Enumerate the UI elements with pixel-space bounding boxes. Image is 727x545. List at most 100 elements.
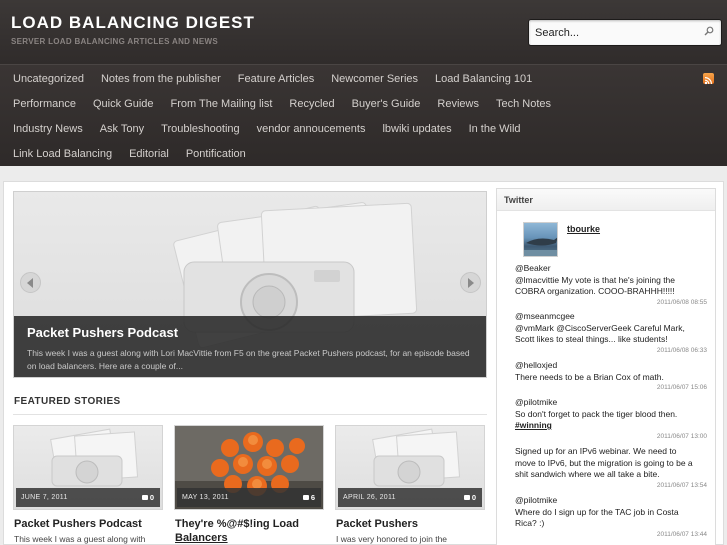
hashtag-link[interactable]: #winning (515, 420, 711, 432)
divider (13, 414, 487, 415)
tweet-timestamp[interactable]: 2011/06/07 13:44 (657, 531, 707, 538)
search-icon[interactable] (704, 26, 714, 36)
tweet-line[interactable]: @pilotmike (515, 397, 711, 409)
content-area: Packet Pushers Podcast This week I was a… (3, 181, 724, 545)
nav-item-notes[interactable]: Notes from the publisher (101, 73, 221, 85)
avatar[interactable] (523, 222, 558, 257)
tweet-timestamp[interactable]: 2011/06/07 13:00 (657, 433, 707, 440)
story-date: APRIL 26, 2011 (343, 494, 396, 501)
slider-prev-button[interactable] (20, 272, 41, 293)
story-date: MAY 13, 2011 (182, 494, 229, 501)
site-description: SERVER LOAD BALANCING ARTICLES AND NEWS (11, 37, 218, 46)
widget-title: Twitter (504, 195, 533, 205)
nav-item-editorial[interactable]: Editorial (129, 148, 169, 160)
tweet-line[interactable]: @pilotmike (515, 495, 711, 507)
story-meta-bar: MAY 13, 2011 6 (177, 488, 321, 507)
nav-row: Link Load Balancing Editorial Pontificat… (13, 141, 263, 166)
nav-item-ask-tony[interactable]: Ask Tony (100, 123, 144, 135)
tweet: Signed up for an IPv6 webinar. We need t… (515, 446, 711, 481)
story-title[interactable]: Packet Pushers Podcast (14, 517, 164, 531)
tweet-line: There needs to be a Brian Cox of math. (515, 371, 664, 382)
tweet-line: @vmMark @CiscoServerGeek Careful Mark, (515, 322, 685, 333)
slide-caption: Packet Pushers Podcast This week I was a… (14, 316, 486, 377)
rss-icon[interactable] (703, 73, 714, 85)
nav-item-tech-notes[interactable]: Tech Notes (496, 98, 551, 110)
nav-row: Performance Quick Guide From The Mailing… (13, 91, 568, 116)
story-title[interactable]: They're %@#$!ing Load Balancers (175, 517, 325, 545)
shark-avatar-image (524, 237, 557, 256)
slider-next-button[interactable] (460, 272, 481, 293)
comment-count-value: 6 (310, 493, 315, 502)
nav-item-load-balancing-101[interactable]: Load Balancing 101 (435, 73, 532, 85)
tweet-line[interactable]: @mseanmcgee (515, 311, 711, 323)
story-excerpt: I was very honored to join the (336, 534, 448, 544)
nav-item-recycled[interactable]: Recycled (289, 98, 334, 110)
comment-count[interactable]: 6 (302, 493, 315, 502)
story-thumbnail[interactable]: APRIL 26, 2011 0 (335, 425, 485, 510)
nav-item-troubleshooting[interactable]: Troubleshooting (161, 123, 239, 135)
tweet-line: @lmacvittie My vote is that he's joining… (515, 274, 676, 285)
story-card[interactable]: JUNE 7, 2011 0 Packet Pushers Podcast Th… (13, 425, 163, 545)
comment-icon (141, 495, 148, 500)
slide-title[interactable]: Packet Pushers Podcast (27, 325, 178, 340)
comment-icon (302, 495, 309, 500)
twitter-widget: Twitter tbourke @Beaker @lmacvittie My v… (496, 188, 716, 545)
nav-item-uncategorized[interactable]: Uncategorized (13, 73, 84, 85)
story-thumbnail[interactable]: MAY 13, 2011 6 (174, 425, 324, 510)
story-meta-bar: JUNE 7, 2011 0 (16, 488, 160, 507)
tweet-line: So don't forget to pack the tiger blood … (515, 408, 678, 419)
nav-item-newcomer-series[interactable]: Newcomer Series (331, 73, 418, 85)
tweet: @pilotmike So don't forget to pack the t… (515, 397, 711, 432)
story-title[interactable]: Packet Pushers (336, 517, 486, 531)
nav-item-feature-articles[interactable]: Feature Articles (238, 73, 314, 85)
tweet-timestamp[interactable]: 2011/06/08 08:55 (657, 299, 707, 306)
arrow-left-icon (27, 278, 33, 288)
tweet-line[interactable]: @helloxjed (515, 360, 711, 372)
slide-excerpt: This week I was a guest along with Lori … (27, 348, 470, 371)
tweet-timestamp[interactable]: 2011/06/08 06:33 (657, 347, 707, 354)
nav-item-performance[interactable]: Performance (13, 98, 76, 110)
search-box[interactable] (528, 19, 722, 46)
tweet-line[interactable]: @Beaker (515, 263, 711, 275)
featured-heading: FEATURED STORIES (14, 396, 121, 407)
tweet-line: COBRA organization. COOO-BRAHHH!!!!! (515, 286, 675, 296)
story-excerpt: This week I was a guest along with (14, 534, 146, 544)
story-thumbnail[interactable]: JUNE 7, 2011 0 (13, 425, 163, 510)
nav-row: Uncategorized Notes from the publisher F… (13, 66, 549, 91)
tweet-line: Signed up for an IPv6 webinar. We need t… (515, 446, 677, 456)
search-input[interactable] (529, 20, 694, 45)
nav-item-link-load-balancing[interactable]: Link Load Balancing (13, 148, 112, 160)
comment-count-value: 0 (471, 493, 476, 502)
tweet-line: Rica? :) (515, 518, 545, 528)
nav-item-industry-news[interactable]: Industry News (13, 123, 83, 135)
nav-item-buyers-guide[interactable]: Buyer's Guide (352, 98, 421, 110)
comment-icon (463, 495, 470, 500)
nav-item-lbwiki-updates[interactable]: lbwiki updates (382, 123, 451, 135)
story-title-line: They're %@#$!ing Load (175, 518, 299, 530)
story-card[interactable]: MAY 13, 2011 6 They're %@#$!ing Load Bal… (174, 425, 324, 545)
nav-item-mailing-list[interactable]: From The Mailing list (171, 98, 273, 110)
tweet-timestamp[interactable]: 2011/06/07 15:06 (657, 384, 707, 391)
story-card[interactable]: APRIL 26, 2011 0 Packet Pushers I was ve… (335, 425, 485, 545)
tweet: @helloxjed There needs to be a Brian Cox… (515, 360, 711, 383)
tweet-timestamp[interactable]: 2011/06/07 13:54 (657, 482, 707, 489)
nav-item-in-the-wild[interactable]: In the Wild (469, 123, 521, 135)
twitter-username[interactable]: tbourke (567, 224, 600, 234)
tweet: @mseanmcgee @vmMark @CiscoServerGeek Car… (515, 311, 711, 346)
tweet-line: move to IPv6, but the migration is going… (515, 457, 693, 468)
site-header: LOAD BALANCING DIGEST SERVER LOAD BALANC… (0, 0, 727, 64)
tweet-line: shit sandwich where we all take a bite. (515, 469, 660, 479)
nav-item-vendor-announcements[interactable]: vendor annoucements (257, 123, 366, 135)
comment-count[interactable]: 0 (463, 493, 476, 502)
tweet-line: Where do I sign up for the TAC job in Co… (515, 506, 679, 517)
tweet: @pilotmike Where do I sign up for the TA… (515, 495, 711, 530)
main-nav: Uncategorized Notes from the publisher F… (0, 64, 727, 166)
featured-slider[interactable]: Packet Pushers Podcast This week I was a… (13, 191, 487, 378)
comment-count-value: 0 (149, 493, 154, 502)
arrow-right-icon (468, 278, 474, 288)
comment-count[interactable]: 0 (141, 493, 154, 502)
nav-item-quick-guide[interactable]: Quick Guide (93, 98, 154, 110)
nav-item-reviews[interactable]: Reviews (437, 98, 479, 110)
site-title[interactable]: LOAD BALANCING DIGEST (11, 13, 255, 33)
nav-item-pontification[interactable]: Pontification (186, 148, 246, 160)
